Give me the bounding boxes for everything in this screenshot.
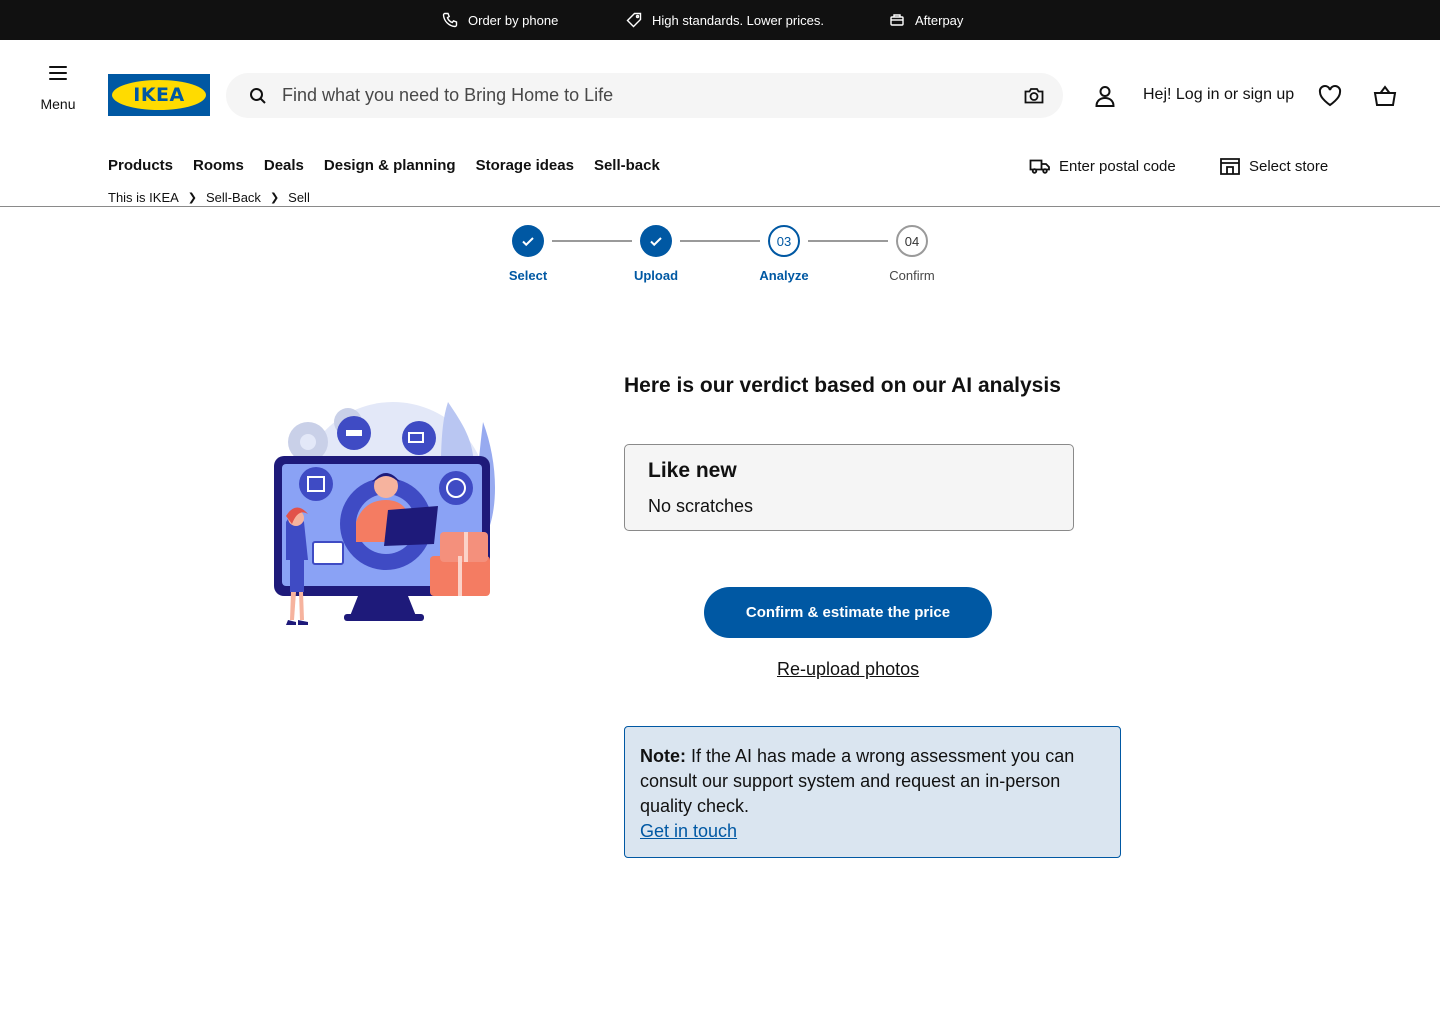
step-label: Upload <box>633 268 679 283</box>
chevron-right-icon: ❯ <box>187 192 198 204</box>
ai-analysis-illustration <box>274 402 496 625</box>
promo-item-afterpay[interactable]: Afterpay <box>889 0 963 40</box>
search-bar <box>226 73 1063 118</box>
phone-icon <box>442 12 458 28</box>
verdict-condition: Like new <box>648 459 737 482</box>
nav-item-design-planning[interactable]: Design & planning <box>324 157 456 174</box>
verdict-detail: No scratches <box>648 496 754 516</box>
postal-code-label: Enter postal code <box>1059 157 1176 175</box>
menu-label: Menu <box>40 96 76 112</box>
price-tag-icon <box>626 12 642 28</box>
promo-label: High standards. Lower prices. <box>652 12 824 28</box>
breadcrumb-item[interactable]: Sell <box>288 190 310 205</box>
confirm-estimate-button[interactable]: Confirm & estimate the price <box>704 587 992 638</box>
step-label: Confirm <box>889 268 935 283</box>
postal-code-button[interactable]: Enter postal code <box>1029 156 1176 176</box>
login-link[interactable]: Hej! Log in or sign up <box>1143 86 1294 104</box>
afterpay-icon <box>890 14 904 26</box>
checkmark-icon <box>640 225 672 257</box>
step-confirm: 04 Confirm <box>862 225 962 283</box>
step-select: Select <box>478 225 578 283</box>
breadcrumb-item[interactable]: This is IKEA <box>108 190 179 205</box>
nav-item-storage-ideas[interactable]: Storage ideas <box>476 157 574 174</box>
main-nav: Products Rooms Deals Design & planning S… <box>108 157 660 174</box>
store-icon <box>1220 158 1240 175</box>
nav-item-deals[interactable]: Deals <box>264 157 304 174</box>
menu-button[interactable]: Menu <box>34 66 82 112</box>
nav-item-sell-back[interactable]: Sell-back <box>594 157 660 174</box>
hamburger-icon <box>49 66 67 80</box>
step-analyze: 03 Analyze <box>734 225 834 283</box>
nav-item-rooms[interactable]: Rooms <box>193 157 244 174</box>
breadcrumb: This is IKEA ❯ Sell-Back ❯ Sell <box>108 190 310 205</box>
step-label: Select <box>508 268 548 283</box>
promo-label: Order by phone <box>468 12 559 28</box>
truck-icon <box>1029 159 1050 174</box>
verdict-card: Like new No scratches <box>624 444 1074 531</box>
note-text: If the AI has made a wrong assessment yo… <box>640 746 1075 816</box>
shopping-bag-icon[interactable] <box>1372 83 1398 109</box>
camera-icon[interactable] <box>1023 85 1045 107</box>
verdict-title: Here is our verdict based on our AI anal… <box>624 374 1061 397</box>
get-in-touch-link[interactable]: Get in touch <box>640 819 737 844</box>
heart-icon[interactable] <box>1317 83 1343 109</box>
step-number: 03 <box>768 225 800 257</box>
step-label: Analyze <box>759 268 809 283</box>
logo-text: IKEA <box>133 84 185 106</box>
select-store-label: Select store <box>1249 157 1329 175</box>
note-prefix: Note: <box>640 746 686 766</box>
nav-item-products[interactable]: Products <box>108 157 173 174</box>
user-icon[interactable] <box>1092 83 1118 109</box>
search-input[interactable] <box>282 73 1002 118</box>
search-icon[interactable] <box>248 86 268 106</box>
promo-bar: Order by phone High standards. Lower pri… <box>0 0 1440 40</box>
promo-label: Afterpay <box>915 12 964 28</box>
reupload-photos-link[interactable]: Re-upload photos <box>777 659 919 680</box>
ikea-logo[interactable]: IKEA <box>108 74 210 116</box>
chevron-right-icon: ❯ <box>269 192 280 204</box>
select-store-button[interactable]: Select store <box>1219 156 1328 176</box>
step-upload: Upload <box>606 225 706 283</box>
step-number: 04 <box>896 225 928 257</box>
header-divider <box>0 206 1440 207</box>
checkmark-icon <box>512 225 544 257</box>
promo-item-prices[interactable]: High standards. Lower prices. <box>626 0 824 40</box>
note-box: Note: If the AI has made a wrong assessm… <box>624 726 1121 858</box>
promo-item-phone[interactable]: Order by phone <box>442 0 558 40</box>
breadcrumb-item[interactable]: Sell-Back <box>206 190 261 205</box>
